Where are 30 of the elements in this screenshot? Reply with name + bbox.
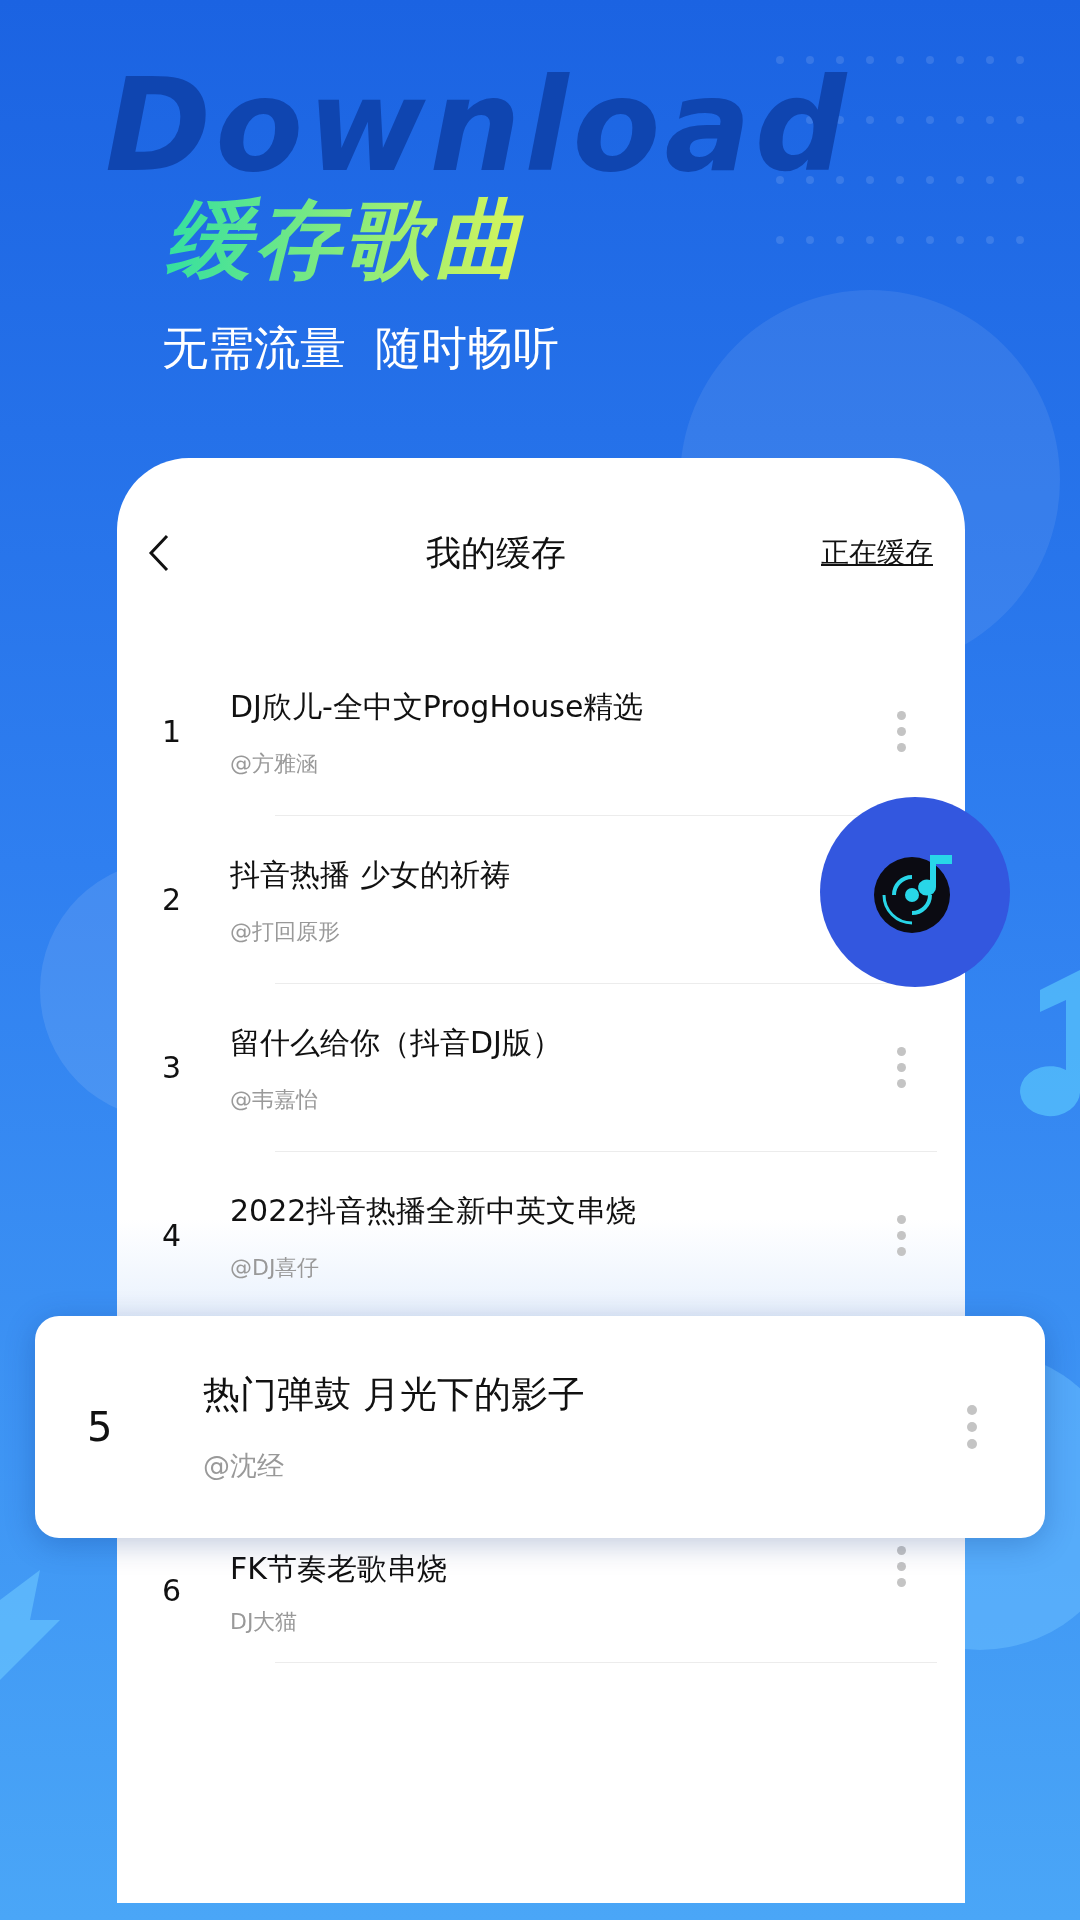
- rank-number: 1: [162, 713, 183, 752]
- more-icon[interactable]: [967, 1404, 977, 1449]
- rank-number: 2: [162, 881, 183, 920]
- music-note-icon: [1020, 970, 1080, 1117]
- more-icon[interactable]: [897, 1047, 907, 1089]
- rank-number: 3: [162, 1049, 183, 1088]
- more-icon[interactable]: [897, 1215, 907, 1257]
- screen-title: 我的缓存: [425, 531, 567, 575]
- lightning-icon: [0, 1570, 60, 1680]
- song-title: FK节奏老歌串烧: [230, 1549, 447, 1588]
- song-title: 抖音热播 少女的祈祷: [230, 855, 510, 894]
- artist-name: @DJ喜仔: [230, 1253, 320, 1282]
- rank-number: 6: [162, 1571, 183, 1610]
- artist-name: @韦嘉怡: [230, 1085, 318, 1114]
- song-title: 热门弹鼓 月光下的影子: [203, 1371, 585, 1418]
- artist-name: @方雅涵: [230, 749, 318, 778]
- artist-name: @沈经: [203, 1449, 284, 1484]
- more-icon[interactable]: [897, 711, 907, 753]
- song-title: DJ欣儿-全中文ProgHouse精选: [230, 687, 644, 726]
- downloading-link[interactable]: 正在缓存: [821, 531, 933, 574]
- back-icon[interactable]: [147, 532, 171, 573]
- song-title: 2022抖音热播全新中英文串烧: [230, 1191, 637, 1230]
- song-title: 留什么给你（抖音DJ版）: [230, 1023, 562, 1062]
- tagline: 无需流量 随时畅听: [162, 320, 560, 376]
- more-icon[interactable]: [897, 1545, 907, 1587]
- artist-name: DJ大猫: [230, 1607, 298, 1636]
- artist-name: @打回原形: [230, 917, 340, 946]
- rank-number: 4: [162, 1217, 183, 1256]
- song-card[interactable]: 5 热门弹鼓 月光下的影子 @沈经: [35, 1315, 1045, 1538]
- rank-number: 5: [87, 1402, 114, 1452]
